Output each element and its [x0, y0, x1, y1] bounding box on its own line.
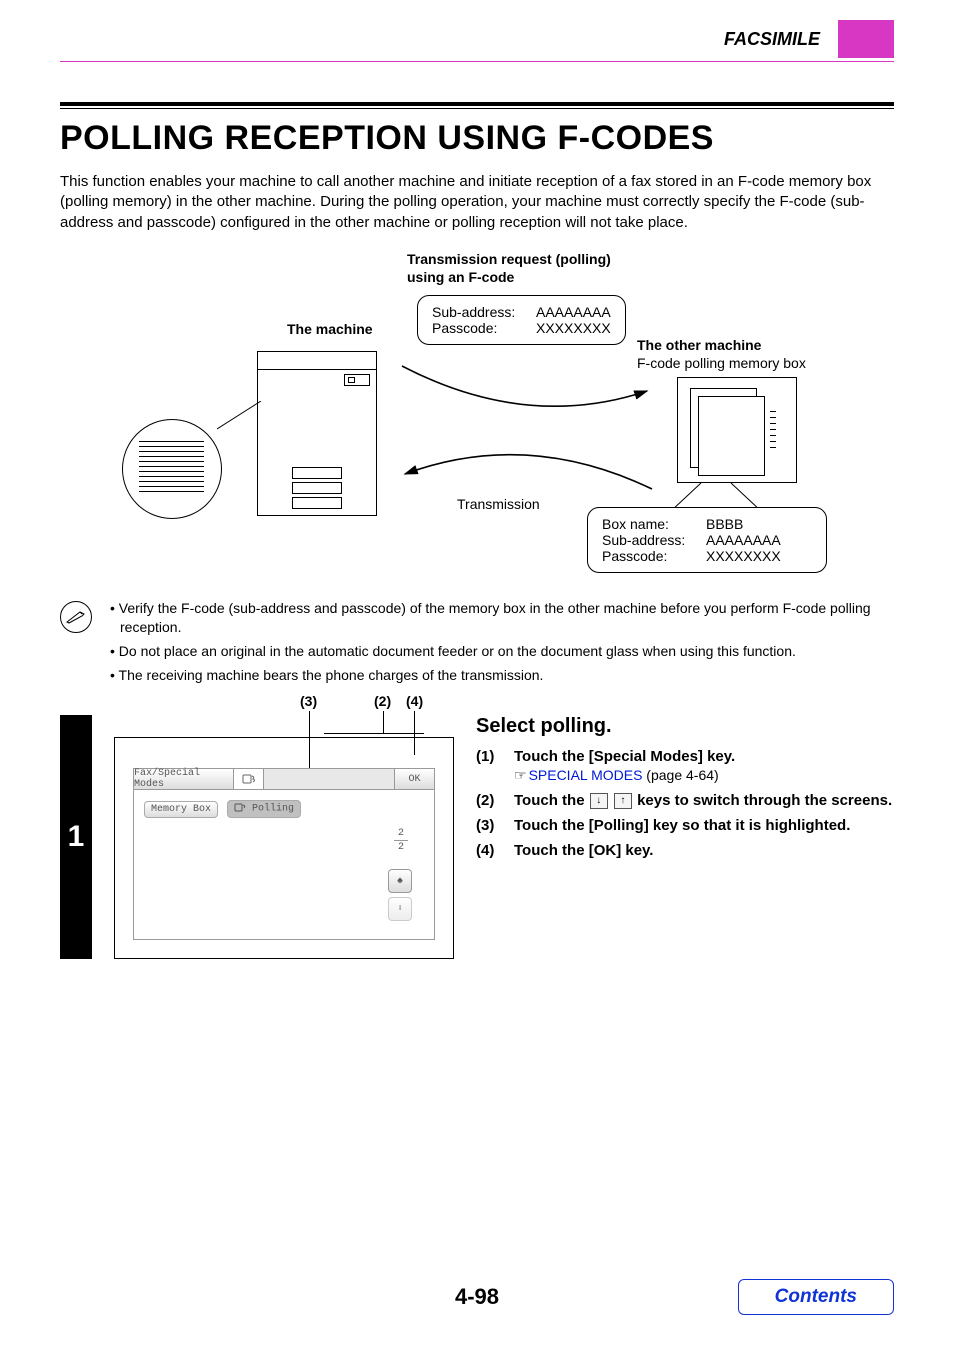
- header-accent-block: [838, 20, 894, 58]
- note-item-1: Verify the F-code (sub-address and passc…: [110, 599, 894, 638]
- info2-box-label: Box name:: [602, 516, 692, 532]
- note-item-3: The receiving machine bears the phone ch…: [110, 666, 894, 686]
- rule-thin: [60, 108, 894, 109]
- screen-box: Fax/Special Modes OK Memory Box Polling …: [114, 737, 454, 959]
- item-1-text: Touch the [Special Modes] key.: [514, 748, 894, 765]
- arrow-request: [397, 361, 657, 421]
- pointing-hand-icon: ☞: [514, 767, 527, 783]
- page-title: POLLING RECEPTION USING F-CODES: [60, 119, 894, 158]
- info-box-memory: Box name: BBBB Sub-address: AAAAAAAA Passc…: [587, 507, 827, 573]
- callout-4: (4): [406, 693, 423, 709]
- page-current: 2: [394, 828, 408, 839]
- page-number: 4-98: [455, 1284, 499, 1310]
- step-number: 1: [60, 715, 92, 959]
- page-up-button[interactable]: ♠: [388, 869, 412, 893]
- step-row: 1 (3) (2) (4) Fax/Special Modes OK Me: [60, 715, 894, 959]
- item-2-text-after: keys to switch through the screens.: [637, 792, 892, 809]
- item-2-text-before: Touch the: [514, 792, 589, 809]
- transmission-title-2: using an F-code: [407, 269, 514, 285]
- item-3-text: Touch the [Polling] key so that it is hi…: [514, 817, 894, 834]
- item-3-num: (3): [476, 817, 504, 834]
- item-4-num: (4): [476, 842, 504, 859]
- notes-block: Verify the F-code (sub-address and passc…: [60, 599, 894, 689]
- up-key-icon: ↑: [614, 793, 632, 809]
- info2-sub-val: AAAAAAAA: [706, 532, 781, 548]
- down-key-icon: ↓: [590, 793, 608, 809]
- note-item-2: Do not place an original in the automati…: [110, 642, 894, 662]
- page-indicator: 2 2: [394, 828, 408, 853]
- screen-header-icon[interactable]: [234, 769, 264, 789]
- other-machine-label: The other machine: [637, 337, 761, 353]
- item-1-num: (1): [476, 748, 504, 784]
- header-section: FACSIMILE: [724, 29, 820, 50]
- memory-box-button[interactable]: Memory Box: [144, 801, 218, 818]
- info2-pass-val: XXXXXXXX: [706, 548, 781, 564]
- info2-pass-label: Passcode:: [602, 548, 692, 564]
- other-machine-sub: F-code polling memory box: [637, 355, 806, 371]
- info1-pass-label: Passcode:: [432, 320, 522, 336]
- polling-button-label: Polling: [252, 804, 294, 815]
- item-4-text: Touch the [OK] key.: [514, 842, 894, 859]
- machine-label: The machine: [287, 321, 373, 337]
- callout-hbar: [324, 733, 424, 734]
- info1-sub-val: AAAAAAAA: [536, 304, 611, 320]
- contents-button[interactable]: Contents: [738, 1279, 894, 1315]
- header-accent-line: [60, 61, 894, 62]
- intro-paragraph: This function enables your machine to ca…: [60, 172, 894, 233]
- info-box-request: Sub-address: AAAAAAAA Passcode: XXXXXXXX: [417, 295, 626, 345]
- callout-3: (3): [300, 693, 317, 709]
- callout-2: (2): [374, 693, 391, 709]
- machine-illustration: [257, 351, 377, 516]
- rule-thick: [60, 102, 894, 106]
- screen-header-label[interactable]: Fax/Special Modes: [134, 769, 234, 789]
- screen-header-fill: [264, 769, 394, 789]
- arrow-transmission: [397, 449, 657, 509]
- step-text: Select polling. (1) Touch the [Special M…: [476, 715, 894, 959]
- transmission-title-1: Transmission request (polling): [407, 251, 611, 267]
- info1-sub-label: Sub-address:: [432, 304, 522, 320]
- polling-button[interactable]: Polling: [227, 800, 301, 818]
- info2-box-val: BBBB: [706, 516, 743, 532]
- note-icon: [60, 601, 92, 633]
- info1-pass-val: XXXXXXXX: [536, 320, 611, 336]
- info2-sub-label: Sub-address:: [602, 532, 692, 548]
- page-total: 2: [394, 842, 408, 853]
- item-1-sub-rest: (page 4-64): [642, 767, 718, 783]
- callout-line-2: [383, 711, 384, 733]
- item-2-num: (2): [476, 792, 504, 809]
- special-modes-link[interactable]: SPECIAL MODES: [529, 767, 643, 783]
- step-heading: Select polling.: [476, 715, 894, 738]
- zoom-doc-lines: [139, 437, 204, 492]
- zoom-connector: [217, 401, 262, 431]
- memory-doc: [677, 377, 797, 483]
- ok-button[interactable]: OK: [394, 769, 434, 789]
- page-down-button[interactable]: ⬇: [388, 897, 412, 921]
- diagram: Transmission request (polling) using an …: [97, 251, 857, 581]
